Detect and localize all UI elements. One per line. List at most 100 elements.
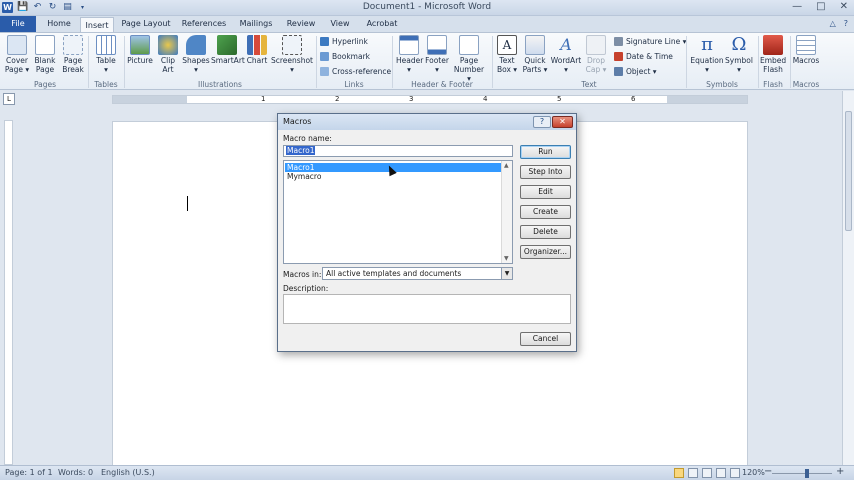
zoom-slider[interactable] xyxy=(772,473,832,474)
cross-reference-button[interactable]: Cross-reference xyxy=(320,67,391,76)
clip-art-button[interactable]: Clip Art xyxy=(156,35,180,74)
zoom-out-button[interactable]: − xyxy=(764,466,772,477)
screenshot-icon xyxy=(282,35,302,55)
tab-file[interactable]: File xyxy=(0,16,36,32)
tab-home[interactable]: Home xyxy=(44,16,74,32)
tab-selector[interactable]: L xyxy=(3,93,15,105)
word-count[interactable]: Words: 0 xyxy=(58,468,93,477)
draft-view-icon[interactable] xyxy=(730,468,740,478)
date-time-icon xyxy=(614,52,623,61)
macro-name-label: Macro name: xyxy=(283,134,332,143)
tab-acrobat[interactable]: Acrobat xyxy=(362,16,402,32)
bookmark-icon xyxy=(320,52,329,61)
picture-icon xyxy=(130,35,150,55)
chart-button[interactable]: Chart xyxy=(245,35,269,65)
tab-page-layout[interactable]: Page Layout xyxy=(120,16,172,32)
macros-dialog: Macros ? ✕ Macro name: Macro1 Macro1 Mym… xyxy=(277,113,577,352)
cancel-button[interactable]: Cancel xyxy=(520,332,571,346)
macro-list[interactable]: Macro1 Mymacro ▲ ▼ xyxy=(283,160,513,264)
signature-line-button[interactable]: Signature Line ▾ xyxy=(614,37,686,46)
vertical-ruler[interactable] xyxy=(4,120,13,465)
equation-button[interactable]: π Equation ▾ xyxy=(690,35,724,75)
tab-view[interactable]: View xyxy=(326,16,354,32)
ruler-number: 3 xyxy=(409,95,414,103)
tab-mailings[interactable]: Mailings xyxy=(236,16,276,32)
macros-in-dropdown[interactable]: All active templates and documents ▼ xyxy=(322,267,513,280)
group-label-links: Links xyxy=(344,80,364,89)
macros-button[interactable]: Macros xyxy=(792,35,820,65)
symbol-button[interactable]: Ω Symbol ▾ xyxy=(725,35,753,75)
minimize-ribbon-icon[interactable]: △ xyxy=(830,19,836,28)
description-box xyxy=(283,294,571,324)
blank-page-icon xyxy=(35,35,55,55)
ruler-number: 1 xyxy=(261,95,266,103)
description-label: Description: xyxy=(283,284,329,293)
group-label-pages: Pages xyxy=(33,80,57,89)
language-indicator[interactable]: English (U.S.) xyxy=(101,468,155,477)
cover-page-button[interactable]: Cover Page ▾ xyxy=(4,35,30,74)
print-layout-view-icon[interactable] xyxy=(674,468,684,478)
close-button[interactable]: ✕ xyxy=(840,1,848,12)
list-scrollbar[interactable]: ▲ ▼ xyxy=(501,161,512,263)
full-screen-view-icon[interactable] xyxy=(688,468,698,478)
tab-insert[interactable]: Insert xyxy=(80,17,114,33)
organizer-button[interactable]: Organizer... xyxy=(520,245,571,259)
delete-button[interactable]: Delete xyxy=(520,225,571,239)
maximize-button[interactable]: □ xyxy=(816,1,825,12)
embed-flash-icon xyxy=(763,35,783,55)
chevron-down-icon[interactable]: ▼ xyxy=(501,268,512,279)
tab-references[interactable]: References xyxy=(180,16,228,32)
dialog-title: Macros xyxy=(283,117,312,126)
tab-review[interactable]: Review xyxy=(284,16,318,32)
horizontal-ruler[interactable]: 1 2 3 4 5 6 xyxy=(112,95,748,104)
scroll-down-icon[interactable]: ▼ xyxy=(504,255,509,262)
group-label-illustrations: Illustrations xyxy=(198,80,242,89)
object-button[interactable]: Object ▾ xyxy=(614,67,657,76)
text-cursor xyxy=(187,196,188,211)
group-separator xyxy=(124,36,125,88)
smartart-button[interactable]: SmartArt xyxy=(211,35,245,65)
quick-parts-icon xyxy=(525,35,545,55)
group-label-tables: Tables xyxy=(94,80,118,89)
drop-cap-button[interactable]: Drop Cap ▾ xyxy=(583,35,609,74)
screenshot-button[interactable]: Screenshot ▾ xyxy=(271,35,313,74)
scrollbar-thumb[interactable] xyxy=(845,111,852,231)
ribbon: Cover Page ▾ Blank Page Page Break Pages Ta… xyxy=(0,32,854,90)
macro-name-input[interactable]: Macro1 xyxy=(283,145,513,157)
page-count[interactable]: Page: 1 of 1 xyxy=(5,468,53,477)
outline-view-icon[interactable] xyxy=(716,468,726,478)
picture-button[interactable]: Picture xyxy=(126,35,154,65)
zoom-level[interactable]: 120% xyxy=(742,468,765,477)
group-separator xyxy=(316,36,317,88)
table-button[interactable]: Table ▾ xyxy=(92,35,120,74)
step-into-button[interactable]: Step Into xyxy=(520,165,571,179)
web-layout-view-icon[interactable] xyxy=(702,468,712,478)
ruler-bar: L 1 2 3 4 5 6 xyxy=(0,91,854,107)
zoom-in-button[interactable]: + xyxy=(836,466,844,477)
page-break-button[interactable]: Page Break xyxy=(60,35,86,74)
vertical-scrollbar[interactable] xyxy=(842,91,854,466)
bookmark-button[interactable]: Bookmark xyxy=(320,52,370,61)
scroll-up-icon[interactable]: ▲ xyxy=(504,162,509,169)
dialog-help-button[interactable]: ? xyxy=(533,116,551,128)
ruler-number: 6 xyxy=(631,95,636,103)
minimize-button[interactable]: — xyxy=(792,1,802,12)
header-button[interactable]: Header ▾ xyxy=(396,35,423,74)
wordart-button[interactable]: A WordArt ▾ xyxy=(550,35,582,74)
page-number-button[interactable]: Page Number ▾ xyxy=(452,35,486,83)
embed-flash-button[interactable]: Embed Flash xyxy=(760,35,786,74)
blank-page-button[interactable]: Blank Page xyxy=(32,35,58,74)
hyperlink-icon xyxy=(320,37,329,46)
run-button[interactable]: Run xyxy=(520,145,571,159)
dialog-close-button[interactable]: ✕ xyxy=(552,116,573,128)
hyperlink-button[interactable]: Hyperlink xyxy=(320,37,368,46)
text-box-button[interactable]: A Text Box ▾ xyxy=(494,35,520,74)
footer-button[interactable]: Footer ▾ xyxy=(424,35,450,74)
zoom-slider-thumb[interactable] xyxy=(805,469,809,478)
shapes-button[interactable]: Shapes ▾ xyxy=(182,35,210,74)
date-time-button[interactable]: Date & Time xyxy=(614,52,673,61)
help-icon[interactable]: ? xyxy=(844,19,848,28)
edit-button[interactable]: Edit xyxy=(520,185,571,199)
create-button[interactable]: Create xyxy=(520,205,571,219)
quick-parts-button[interactable]: Quick Parts ▾ xyxy=(522,35,548,74)
